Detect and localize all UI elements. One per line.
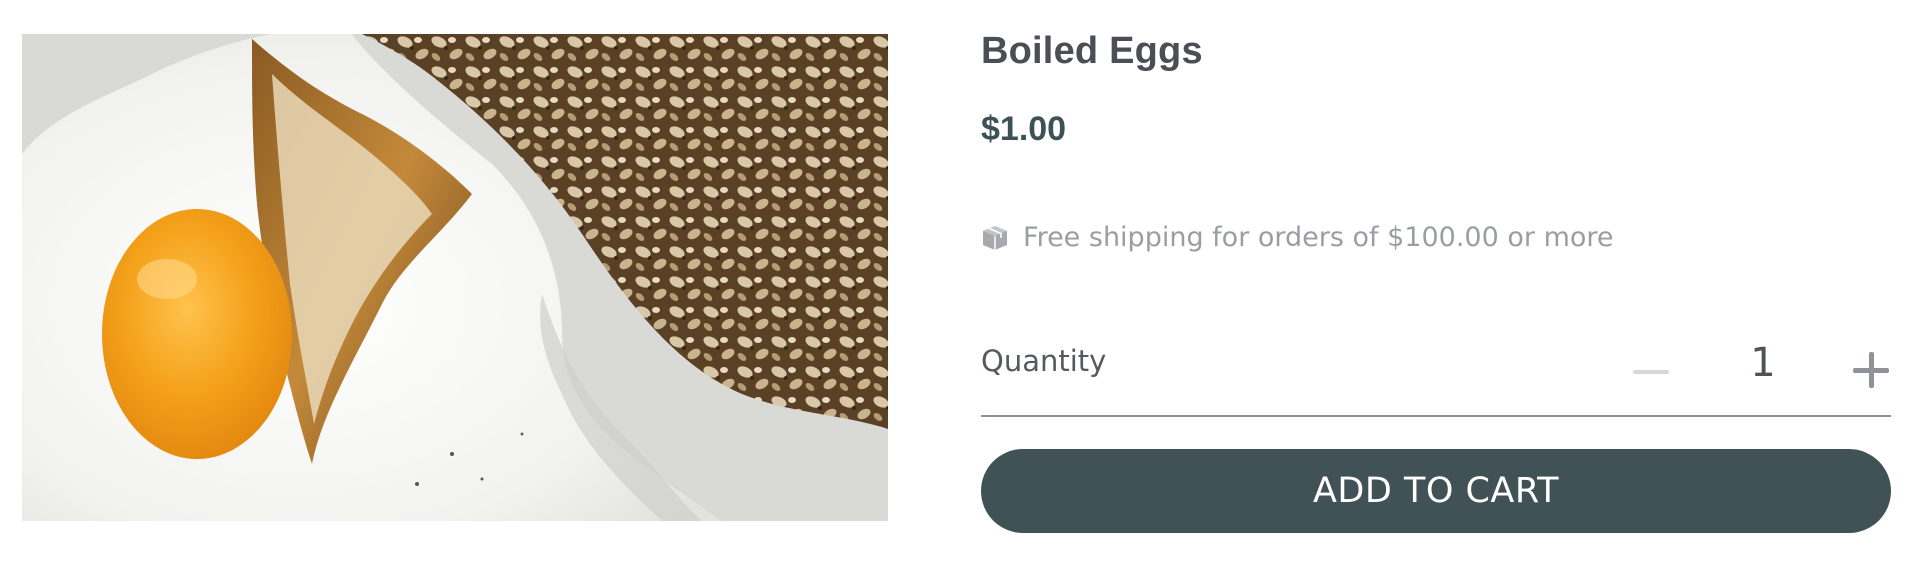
quantity-value[interactable]: 1 [1748, 340, 1778, 386]
product-image [22, 34, 888, 521]
add-to-cart-button[interactable]: ADD TO CART [981, 449, 1891, 533]
shipping-text: Free shipping for orders of $100.00 or m… [1023, 222, 1614, 253]
product-details: Boiled Eggs $1.00 Free shipping for orde… [981, 0, 1891, 570]
quantity-row: Quantity 1 [981, 330, 1891, 417]
product-price: $1.00 [981, 110, 1067, 148]
quantity-label: Quantity [981, 344, 1107, 378]
package-icon [981, 224, 1009, 252]
fried-egg-toast-photo [22, 34, 888, 521]
product-title: Boiled Eggs [981, 30, 1203, 72]
shipping-notice: Free shipping for orders of $100.00 or m… [981, 222, 1614, 253]
plus-icon[interactable] [1851, 350, 1891, 390]
minus-icon[interactable] [1629, 350, 1673, 394]
